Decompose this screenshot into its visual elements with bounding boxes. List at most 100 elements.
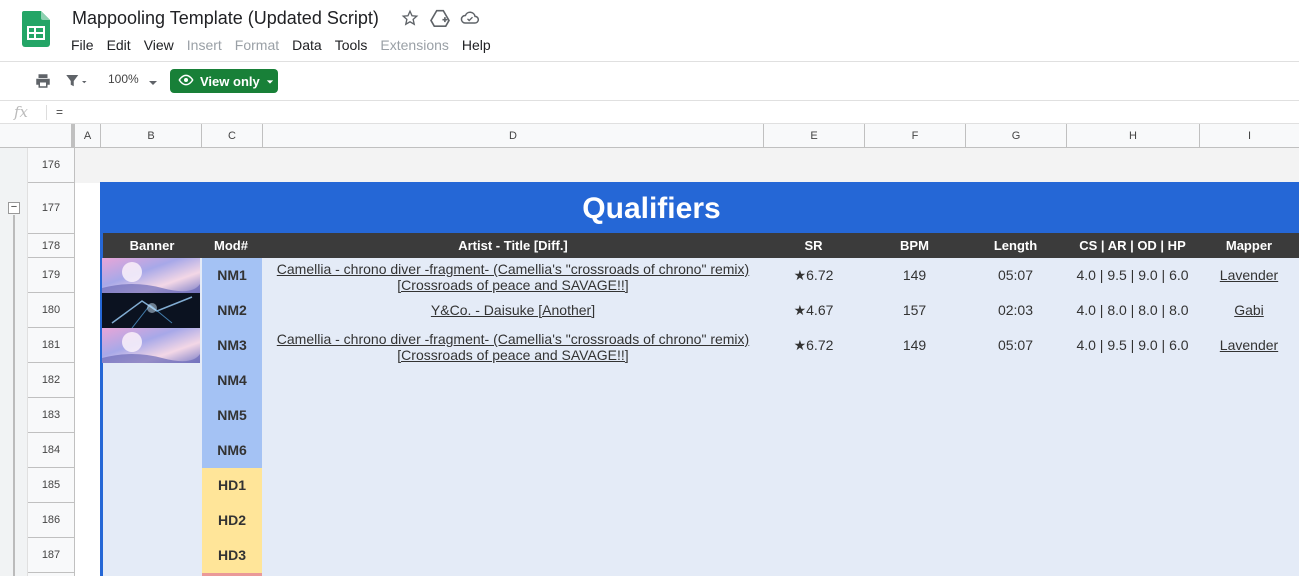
formula-input[interactable]: = (56, 105, 63, 119)
map-stats[interactable]: 4.0 | 9.5 | 9.0 | 6.0 (1066, 258, 1199, 293)
map-bpm[interactable]: 149 (864, 328, 965, 363)
header-banner[interactable]: Banner (103, 233, 201, 258)
menu-insert[interactable]: Insert (187, 37, 231, 53)
app-header: Mappooling Template (Updated Script) Fil… (0, 0, 1299, 62)
header-title[interactable]: Artist - Title [Diff.] (263, 233, 763, 258)
menu-help[interactable]: Help (462, 37, 500, 53)
header-sr[interactable]: SR (763, 233, 864, 258)
map-length[interactable]: 05:07 (965, 258, 1066, 293)
map-banner-image[interactable] (102, 293, 200, 329)
map-mapper-link[interactable]: Gabi (1199, 293, 1299, 328)
column-header-g[interactable]: G (966, 124, 1067, 148)
select-all-corner[interactable] (0, 124, 75, 148)
header-mod[interactable]: Mod# (201, 233, 261, 258)
map-mapper-link[interactable]: Lavender (1199, 328, 1299, 363)
menu-extensions[interactable]: Extensions (380, 37, 457, 53)
row-header-186[interactable]: 186 (28, 503, 74, 538)
sheets-logo-icon[interactable] (22, 11, 50, 47)
map-length[interactable]: 02:03 (965, 293, 1066, 328)
map-stats[interactable]: 4.0 | 8.0 | 8.0 | 8.0 (1066, 293, 1199, 328)
caret-down-icon (266, 74, 274, 89)
row-header-182[interactable]: 182 (28, 363, 74, 398)
map-difficulty-line: [Crossroads of peace and SAVAGE!!] (397, 277, 629, 293)
map-stats[interactable]: 4.0 | 9.5 | 9.0 | 6.0 (1066, 328, 1199, 363)
row-header-bar: 176 177 178 179 180 181 182 183 184 185 … (28, 148, 75, 576)
view-only-button[interactable]: View only (170, 69, 278, 93)
empty-row[interactable] (75, 148, 1299, 183)
map-sr[interactable]: ★6.72 (763, 328, 864, 363)
cloud-status-icon[interactable] (460, 9, 480, 29)
menu-format[interactable]: Format (235, 37, 288, 53)
row-header-181[interactable]: 181 (28, 328, 74, 363)
sheet-grid: Qualifiers Banner Mod# Artist - Title [D… (75, 148, 1299, 576)
mod-slot[interactable]: NM1 (202, 258, 262, 293)
map-mapper-link[interactable]: Lavender (1199, 258, 1299, 293)
header-stats[interactable]: CS | AR | OD | HP (1066, 233, 1199, 258)
row-header-177[interactable]: 177 (28, 183, 74, 234)
row-header-183[interactable]: 183 (28, 398, 74, 433)
section-title-bar[interactable]: Qualifiers (100, 182, 1299, 233)
row-header-187[interactable]: 187 (28, 538, 74, 573)
formula-bar: fx = (0, 101, 1299, 124)
column-header-d[interactable]: D (263, 124, 764, 148)
menu-bar: File Edit View Insert Format Data Tools … (71, 37, 500, 53)
column-header-f[interactable]: F (865, 124, 966, 148)
column-header-h[interactable]: H (1067, 124, 1200, 148)
map-title-link[interactable]: Y&Co. - Daisuke [Another] (263, 293, 763, 328)
row-header-178[interactable]: 178 (28, 234, 74, 258)
menu-view[interactable]: View (144, 37, 183, 53)
map-title-line: Camellia - chrono diver -fragment- (Came… (276, 261, 750, 277)
mod-slot[interactable]: NM2 (202, 293, 262, 328)
map-banner-image[interactable] (102, 258, 200, 293)
print-icon[interactable] (34, 72, 52, 95)
row-header-179[interactable]: 179 (28, 258, 74, 293)
menu-data[interactable]: Data (292, 37, 331, 53)
mod-slot[interactable]: HD1 (202, 468, 262, 503)
menu-file[interactable]: File (71, 37, 103, 53)
column-header-i[interactable]: I (1200, 124, 1299, 148)
map-title-link[interactable]: Camellia - chrono diver -fragment- (Came… (263, 331, 763, 363)
column-header-bar: A B C D E F G H I (0, 124, 1299, 148)
header-mapper[interactable]: Mapper (1199, 233, 1299, 258)
section-title: Qualifiers (582, 192, 721, 225)
row-header-180[interactable]: 180 (28, 293, 74, 328)
map-difficulty-line: [Crossroads of peace and SAVAGE!!] (397, 347, 629, 363)
map-sr[interactable]: ★4.67 (763, 293, 864, 328)
menu-tools[interactable]: Tools (335, 37, 377, 53)
map-bpm[interactable]: 149 (864, 258, 965, 293)
map-title-line: Camellia - chrono diver -fragment- (Came… (276, 331, 750, 347)
map-bpm[interactable]: 157 (864, 293, 965, 328)
mod-slot[interactable]: HD3 (202, 538, 262, 573)
mod-slot[interactable]: NM5 (202, 398, 262, 433)
mod-slot[interactable]: NM6 (202, 433, 262, 468)
column-header-e[interactable]: E (764, 124, 865, 148)
header-bpm[interactable]: BPM (864, 233, 965, 258)
zoom-select[interactable]: 100% (108, 72, 139, 86)
toolbar: 100% View only (0, 62, 1299, 101)
zoom-value: 100% (108, 72, 139, 86)
table-header-row: Banner Mod# Artist - Title [Diff.] SR BP… (103, 233, 1299, 258)
column-header-c[interactable]: C (202, 124, 263, 148)
row-header-184[interactable]: 184 (28, 433, 74, 468)
row-header-185[interactable]: 185 (28, 468, 74, 503)
star-icon[interactable] (401, 9, 421, 29)
mod-slot[interactable]: NM4 (202, 363, 262, 398)
document-title[interactable]: Mappooling Template (Updated Script) (72, 8, 379, 29)
column-header-a[interactable]: A (75, 124, 101, 148)
collapse-group-button[interactable]: − (8, 202, 20, 214)
map-banner-image[interactable] (102, 328, 200, 363)
move-to-drive-icon[interactable] (430, 9, 450, 29)
menu-edit[interactable]: Edit (107, 37, 140, 53)
map-sr[interactable]: ★6.72 (763, 258, 864, 293)
map-title-link[interactable]: Camellia - chrono diver -fragment- (Came… (263, 261, 763, 293)
zoom-dropdown-icon[interactable] (148, 75, 158, 93)
group-line (13, 215, 15, 576)
mod-slot[interactable]: NM3 (202, 328, 262, 363)
fx-icon: fx (14, 103, 29, 121)
mod-slot[interactable]: HD2 (202, 503, 262, 538)
map-length[interactable]: 05:07 (965, 328, 1066, 363)
column-header-b[interactable]: B (101, 124, 202, 148)
row-header-176[interactable]: 176 (28, 148, 74, 183)
filter-icon[interactable] (63, 72, 89, 95)
header-length[interactable]: Length (965, 233, 1066, 258)
